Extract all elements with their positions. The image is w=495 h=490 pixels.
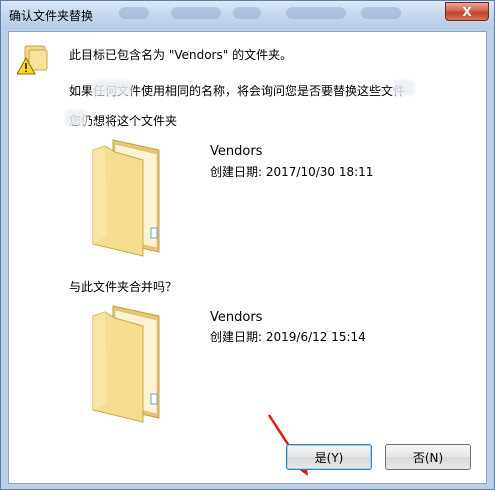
new-folder-icon	[85, 298, 173, 431]
title-blur-patch	[361, 7, 401, 19]
title-blur-patch	[171, 7, 221, 19]
merge-question: 与此文件夹合并吗？	[69, 280, 178, 294]
folder-warning-icon	[16, 44, 49, 79]
new-folder-name: Vendors	[210, 310, 263, 325]
no-button[interactable]: 否(N)	[385, 444, 471, 470]
message-line-1: 此目标已包含名为 "Vendors" 的文件夹。	[69, 48, 293, 62]
new-folder-date: 创建日期: 2019/6/12 15:14	[210, 330, 366, 344]
title-blur-patch	[286, 7, 346, 19]
blur-patch	[92, 80, 132, 96]
existing-folder-name: Vendors	[210, 144, 263, 159]
title-blur-patch	[119, 7, 149, 19]
blur-patch	[393, 80, 415, 96]
title-blur-patch	[233, 7, 261, 19]
confirm-folder-replace-dialog: 确认文件夹替换 X 此目标已包含名为 "Vendors" 的文件夹。 如果任何文…	[0, 0, 495, 490]
yes-button[interactable]: 是(Y)	[286, 444, 372, 470]
title-bar[interactable]: 确认文件夹替换 X	[1, 1, 494, 29]
close-button[interactable]: X	[445, 2, 489, 21]
blur-patch	[65, 110, 87, 126]
window-title: 确认文件夹替换	[9, 9, 94, 23]
existing-folder-icon	[85, 132, 173, 265]
existing-folder-date: 创建日期: 2017/10/30 18:11	[210, 165, 374, 179]
close-icon: X	[462, 4, 472, 19]
dialog-content: 此目标已包含名为 "Vendors" 的文件夹。 如果任何文件使用相同的名称，将…	[8, 31, 487, 484]
